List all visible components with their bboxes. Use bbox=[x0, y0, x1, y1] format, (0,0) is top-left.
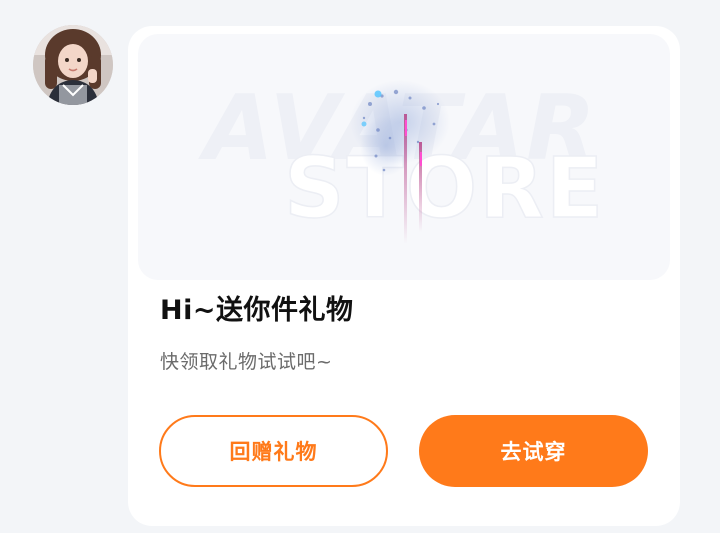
gift-title: Hi~送你件礼物 bbox=[160, 295, 354, 326]
gift-item-image bbox=[350, 80, 450, 244]
gift-card: AVATAR STORE bbox=[128, 26, 680, 526]
avatar-store-banner: AVATAR STORE bbox=[138, 34, 670, 280]
avatar-image bbox=[33, 25, 113, 105]
avatar[interactable] bbox=[33, 25, 113, 105]
gift-subtitle: 快领取礼物试试吧~ bbox=[160, 351, 333, 373]
try-on-button[interactable]: 去试穿 bbox=[419, 415, 648, 487]
return-gift-button[interactable]: 回赠礼物 bbox=[159, 415, 388, 487]
